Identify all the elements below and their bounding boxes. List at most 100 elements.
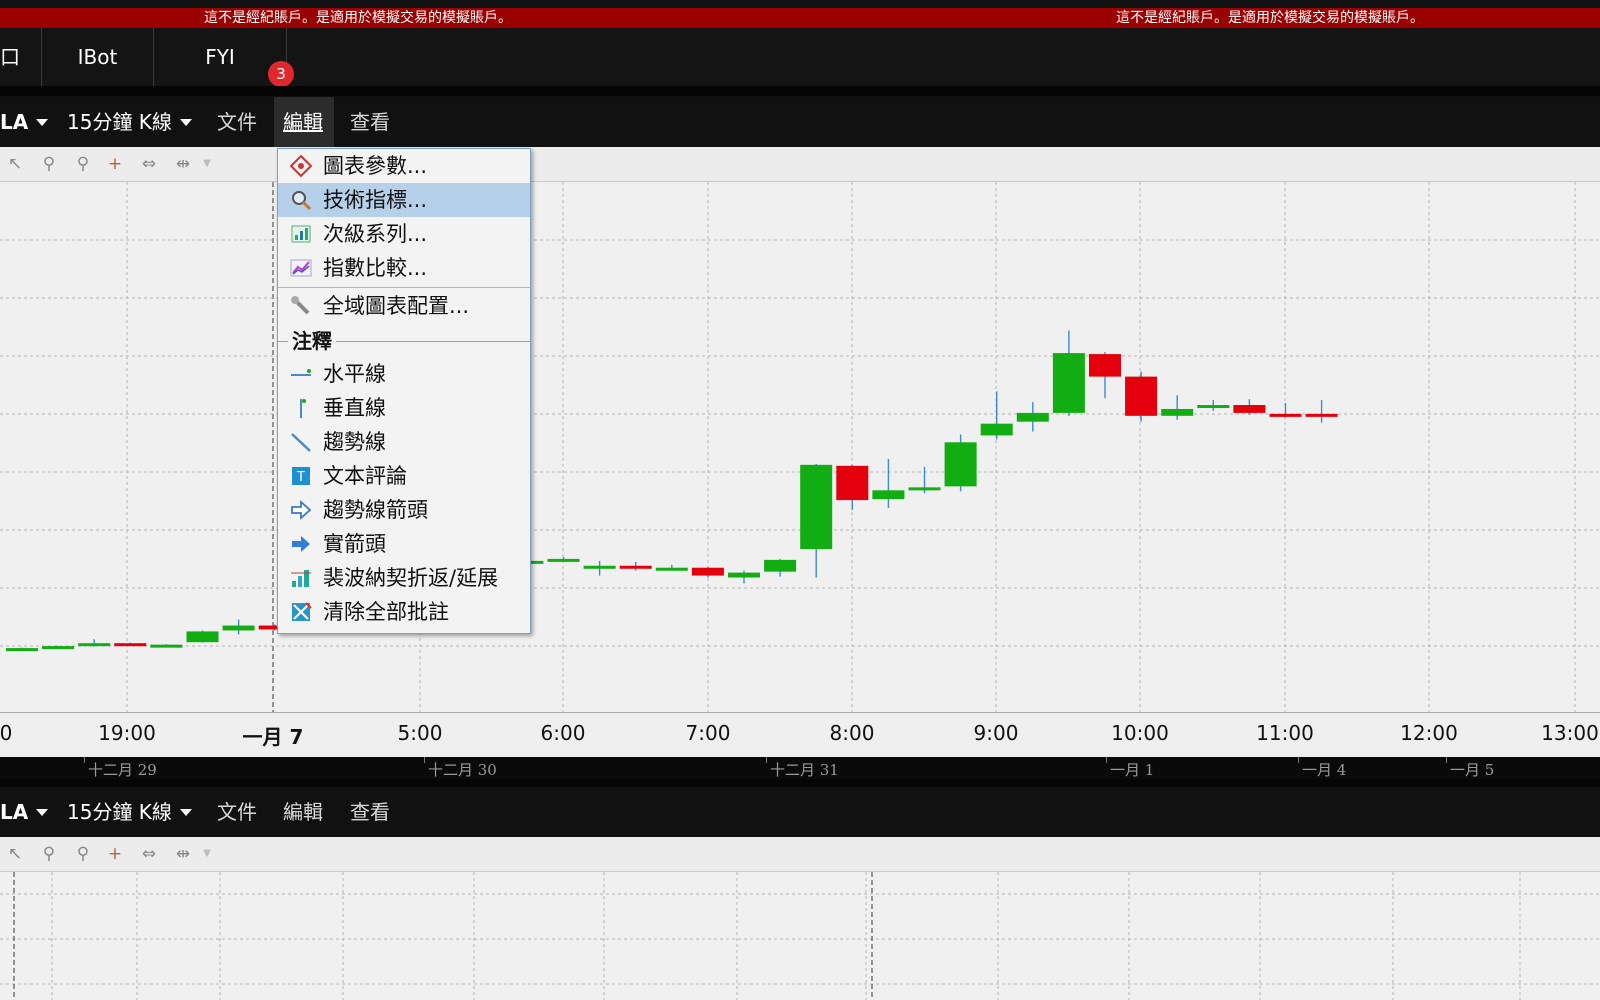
chart1-menu-view[interactable]: 查看 bbox=[350, 97, 390, 147]
chart1-interval-selector[interactable]: 15分鐘 K線 bbox=[67, 97, 192, 147]
time-label: 9:00 bbox=[973, 721, 1019, 745]
fit-icon[interactable]: ⇹ bbox=[172, 153, 194, 175]
date-label: 一月 4 bbox=[1302, 761, 1347, 779]
menu-item-label: 水平線 bbox=[323, 362, 386, 386]
candle-up bbox=[78, 643, 111, 647]
edit-dropdown-menu: 圖表參數... 技術指標... 次級系列... 指數比較... 全域圖表配置..… bbox=[277, 148, 531, 634]
date-label: 十二月 29 bbox=[88, 761, 157, 779]
time-label: 11:00 bbox=[1256, 721, 1314, 745]
index-compare-icon bbox=[290, 259, 312, 277]
horizontal-line-icon bbox=[291, 369, 311, 376]
time-label: 7:00 bbox=[685, 721, 731, 745]
menu-item-fibonacci[interactable]: 裴波納契折返/延展 bbox=[278, 561, 530, 595]
menu-item-label: 清除全部批註 bbox=[323, 600, 449, 624]
chart1-header: LA 15分鐘 K線 文件 編輯 查看 bbox=[0, 97, 1600, 147]
chart1-menu-file[interactable]: 文件 bbox=[217, 97, 257, 147]
candle-up bbox=[222, 625, 255, 631]
text-comment-icon: T bbox=[292, 467, 310, 485]
secondary-series-icon bbox=[291, 225, 311, 243]
cursor-icon[interactable]: ↖ bbox=[4, 843, 26, 865]
fyi-count-badge: 3 bbox=[268, 61, 294, 87]
magnifier-icon bbox=[292, 191, 312, 211]
candle-down bbox=[619, 565, 652, 569]
tab-partial[interactable]: 口 bbox=[0, 28, 42, 86]
svg-text:T: T bbox=[296, 470, 305, 485]
chart-params-icon bbox=[290, 155, 312, 177]
candles-group bbox=[6, 330, 1338, 652]
menu-item-index-compare[interactable]: 指數比較... bbox=[278, 251, 530, 285]
candle-up bbox=[42, 646, 75, 650]
wrench-icon bbox=[291, 296, 310, 315]
zoom-in-icon[interactable]: ⚲ bbox=[38, 153, 60, 175]
banner-text-right: 這不是經紀賬戶。是適用於模擬交易的模擬賬戶。 bbox=[1116, 10, 1424, 26]
trend-line-icon bbox=[291, 433, 311, 452]
menu-separator bbox=[278, 287, 530, 288]
menu-item-chart-params[interactable]: 圖表參數... bbox=[278, 149, 530, 183]
chart2-interval-selector[interactable]: 15分鐘 K線 bbox=[67, 787, 192, 837]
fibonacci-icon bbox=[291, 570, 311, 587]
chart2-grid-svg bbox=[0, 872, 1600, 1000]
chart2-menu-file[interactable]: 文件 bbox=[217, 787, 257, 837]
chart1-menu-edit[interactable]: 編輯 bbox=[283, 97, 323, 147]
chart2-plot[interactable] bbox=[0, 872, 1600, 1000]
fit-icon[interactable]: ⇹ bbox=[172, 843, 194, 865]
candle-up bbox=[150, 644, 183, 648]
chart1-symbol: LA bbox=[0, 110, 29, 134]
chart1-symbol-selector[interactable]: LA bbox=[0, 97, 49, 147]
menu-item-global-config[interactable]: 全域圖表配置... bbox=[278, 289, 530, 323]
candle-up bbox=[728, 572, 760, 578]
tab-ibot[interactable]: IBot bbox=[42, 28, 154, 86]
chart2-interval: 15分鐘 K線 bbox=[67, 800, 172, 824]
pan-icon[interactable]: ⇔ bbox=[138, 153, 160, 175]
paper-account-banner: 這不是經紀賬戶。是適用於模擬交易的模擬賬戶。 這不是經紀賬戶。是適用於模擬交易的… bbox=[0, 0, 1600, 28]
menu-item-label: 指數比較... bbox=[323, 256, 428, 280]
candle-down bbox=[1125, 376, 1158, 416]
chevron-down-icon bbox=[36, 118, 49, 126]
candle-down bbox=[1269, 413, 1302, 417]
crosshair-icon[interactable]: + bbox=[104, 843, 126, 865]
menu-item-secondary-series[interactable]: 次級系列... bbox=[278, 217, 530, 251]
candlestick-chart bbox=[0, 182, 1600, 712]
zoom-in-icon[interactable]: ⚲ bbox=[38, 843, 60, 865]
chart1-plot[interactable] bbox=[0, 182, 1600, 712]
chart1-interval: 15分鐘 K線 bbox=[67, 110, 172, 134]
chevron-down-icon bbox=[36, 808, 49, 816]
chevron-down-icon bbox=[179, 118, 192, 126]
menu-item-label: 技術指標... bbox=[323, 188, 428, 212]
menu-item-text-comment[interactable]: T 文本評論 bbox=[278, 459, 530, 493]
menu-item-clear-annotations[interactable]: 清除全部批註 bbox=[278, 595, 530, 629]
cursor-icon[interactable]: ↖ bbox=[4, 153, 26, 175]
chart2-symbol-selector[interactable]: LA bbox=[0, 787, 49, 837]
crosshair-icon[interactable]: + bbox=[104, 153, 126, 175]
pan-icon[interactable]: ⇔ bbox=[138, 843, 160, 865]
toolbar-dropdown-icon[interactable]: ▼ bbox=[196, 153, 218, 175]
menu-item-trend-line[interactable]: 趨勢線 bbox=[278, 425, 530, 459]
chevron-down-icon bbox=[179, 808, 192, 816]
time-label: 10:00 bbox=[1111, 721, 1169, 745]
solid-arrow-icon bbox=[292, 536, 310, 552]
chart1-toolbar: ↖ ⚲ ⚲ + ⇔ ⇹ ▼ bbox=[0, 147, 1600, 182]
menu-item-solid-arrow[interactable]: 實箭頭 bbox=[278, 527, 530, 561]
chart2-menu-view[interactable]: 查看 bbox=[350, 787, 390, 837]
tab-fyi[interactable]: FYI bbox=[154, 28, 287, 86]
menu-item-horizontal-line[interactable]: 水平線 bbox=[278, 357, 530, 391]
zoom-out-icon[interactable]: ⚲ bbox=[72, 153, 94, 175]
menu-item-label: 實箭頭 bbox=[323, 532, 386, 556]
candle-up bbox=[186, 631, 219, 643]
date-label: 十二月 30 bbox=[428, 761, 497, 779]
menu-item-label: 趨勢線箭頭 bbox=[323, 498, 428, 522]
panel-gap bbox=[0, 86, 1600, 96]
candle-up bbox=[1197, 405, 1230, 409]
date-label: 一月 5 bbox=[1450, 761, 1495, 779]
menu-item-vertical-line[interactable]: 垂直線 bbox=[278, 391, 530, 425]
candle-up bbox=[872, 490, 905, 500]
candle-up bbox=[908, 487, 941, 491]
annotations-section-header: 注釋 bbox=[278, 327, 530, 357]
toolbar-dropdown-icon[interactable]: ▼ bbox=[196, 843, 218, 865]
date-navigator[interactable]: 十二月 29 十二月 30 十二月 31 一月 1 一月 4 一月 5 bbox=[0, 757, 1600, 779]
candle-up bbox=[583, 565, 616, 569]
zoom-out-icon[interactable]: ⚲ bbox=[72, 843, 94, 865]
menu-item-technical-indicators[interactable]: 技術指標... bbox=[278, 183, 530, 217]
chart2-menu-edit[interactable]: 編輯 bbox=[283, 787, 323, 837]
menu-item-trend-arrow[interactable]: 趨勢線箭頭 bbox=[278, 493, 530, 527]
